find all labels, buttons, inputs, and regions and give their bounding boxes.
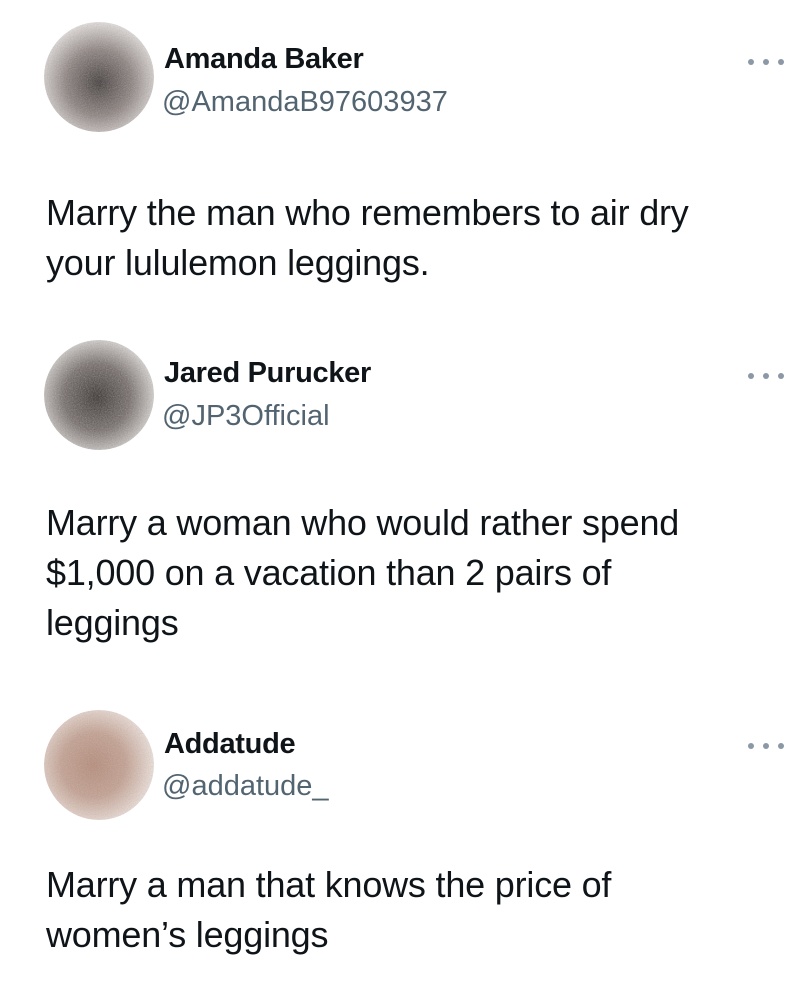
more-dot xyxy=(748,743,754,749)
avatar[interactable] xyxy=(44,22,154,132)
avatar[interactable] xyxy=(44,340,154,450)
tweet-text-line: $1,000 on a vacation than 2 pairs of xyxy=(46,552,612,593)
profile-avatar-image xyxy=(44,340,154,450)
tweet-text-line: your lululemon leggings. xyxy=(46,242,430,283)
tweet-text-line: women’s leggings xyxy=(46,914,329,955)
more-dot xyxy=(763,373,769,379)
display-name[interactable]: Addatude xyxy=(164,728,296,761)
tweet-text: Marry the man who remembers to air dry y… xyxy=(46,188,766,288)
profile-avatar-image xyxy=(44,22,154,132)
profile-avatar-image xyxy=(44,710,154,820)
tweet-text: Marry a woman who would rather spend $1,… xyxy=(46,498,766,648)
display-name[interactable]: Jared Purucker xyxy=(164,357,371,390)
tweet-text-line: Marry a man that knows the price of xyxy=(46,864,612,905)
more-dot xyxy=(763,59,769,65)
more-dot xyxy=(778,373,784,379)
display-name[interactable]: Amanda Baker xyxy=(164,43,364,76)
more-dot xyxy=(748,59,754,65)
more-options-icon[interactable] xyxy=(748,370,784,382)
tweet-text-line: Marry a woman who would rather spend xyxy=(46,502,680,543)
tweet-text-line: leggings xyxy=(46,602,179,643)
more-dot xyxy=(778,59,784,65)
avatar[interactable] xyxy=(44,710,154,820)
more-dot xyxy=(763,743,769,749)
tweet-text-line: Marry the man who remembers to air dry xyxy=(46,192,689,233)
more-dot xyxy=(778,743,784,749)
more-options-icon[interactable] xyxy=(748,56,784,68)
user-handle[interactable]: @addatude_ xyxy=(162,770,329,803)
user-handle[interactable]: @AmandaB97603937 xyxy=(162,86,448,119)
more-options-icon[interactable] xyxy=(748,740,784,752)
more-dot xyxy=(748,373,754,379)
tweet-text: Marry a man that knows the price of wome… xyxy=(46,860,766,960)
user-handle[interactable]: @JP3Official xyxy=(162,400,330,433)
